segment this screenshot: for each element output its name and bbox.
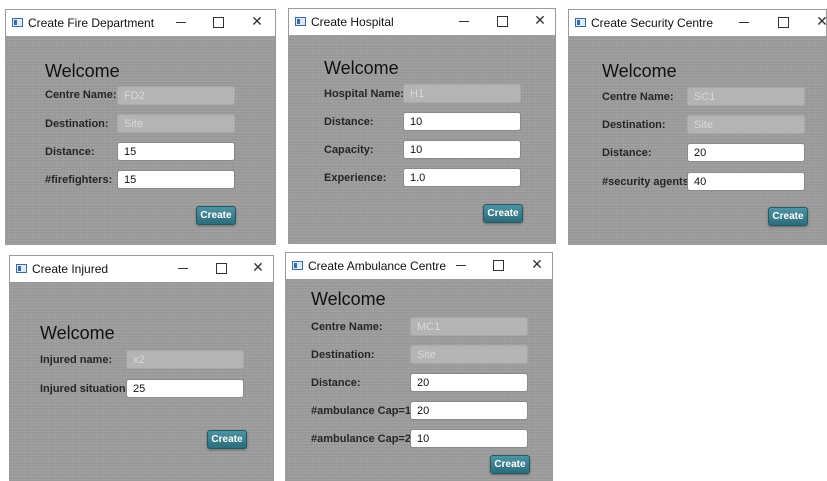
form-panel: Welcome Centre Name: Destination: Distan… xyxy=(569,36,826,244)
title-bar[interactable]: Create Ambulance Centre ✕ xyxy=(286,253,552,279)
welcome-heading: Welcome xyxy=(602,61,677,81)
maximize-icon[interactable] xyxy=(487,255,509,275)
distance-label: Distance: xyxy=(324,116,374,128)
destination-field[interactable] xyxy=(117,114,235,133)
maximize-icon[interactable] xyxy=(772,12,794,32)
create-button[interactable]: Create xyxy=(207,430,247,449)
capacity-field[interactable] xyxy=(403,140,521,159)
create-security-centre-window: Create Security Centre ✕ Welcome Centre … xyxy=(568,9,827,245)
ambulance-cap1-label: #ambulance Cap=1: xyxy=(311,405,415,417)
title-bar[interactable]: Create Injured ✕ xyxy=(10,256,273,282)
hospital-name-field[interactable] xyxy=(403,84,521,103)
experience-field[interactable] xyxy=(403,168,521,187)
app-icon xyxy=(575,18,586,27)
distance-label: Distance: xyxy=(602,147,652,159)
maximize-icon[interactable] xyxy=(207,12,229,32)
centre-name-field[interactable] xyxy=(117,86,235,105)
destination-label: Destination: xyxy=(602,119,666,131)
close-icon[interactable]: ✕ xyxy=(529,11,551,31)
form-panel: Welcome Centre Name: Destination: Distan… xyxy=(286,279,552,480)
window-title: Create Hospital xyxy=(311,15,394,29)
maximize-icon[interactable] xyxy=(210,258,232,278)
window-title: Create Ambulance Centre xyxy=(308,259,447,273)
injured-situation-label: Injured situation: xyxy=(40,383,130,395)
create-button[interactable]: Create xyxy=(196,206,236,225)
distance-label: Distance: xyxy=(311,377,361,389)
centre-name-label: Centre Name: xyxy=(45,89,117,101)
destination-label: Destination: xyxy=(311,349,375,361)
form-panel: Welcome Injured name: Injured situation:… xyxy=(10,282,273,480)
security-agents-field[interactable] xyxy=(687,172,805,191)
window-title: Create Fire Department xyxy=(28,16,155,30)
close-icon[interactable]: ✕ xyxy=(246,12,268,32)
window-title: Create Security Centre xyxy=(591,16,714,30)
app-icon xyxy=(295,17,306,26)
security-agents-label: #security agents: xyxy=(602,176,693,188)
create-button[interactable]: Create xyxy=(490,455,530,474)
title-bar[interactable]: Create Security Centre ✕ xyxy=(569,10,827,36)
centre-name-field[interactable] xyxy=(687,87,805,106)
minimize-icon[interactable] xyxy=(450,255,472,275)
destination-label: Destination: xyxy=(45,118,109,130)
destination-field[interactable] xyxy=(410,345,528,364)
create-ambulance-centre-window: Create Ambulance Centre ✕ Welcome Centre… xyxy=(285,252,553,481)
injured-name-label: Injured name: xyxy=(40,354,113,366)
injured-situation-field[interactable] xyxy=(126,379,244,398)
title-bar[interactable]: Create Hospital ✕ xyxy=(289,9,555,35)
window-title: Create Injured xyxy=(32,262,109,276)
welcome-heading: Welcome xyxy=(311,289,386,309)
centre-name-field[interactable] xyxy=(410,317,528,336)
centre-name-label: Centre Name: xyxy=(311,321,383,333)
capacity-label: Capacity: xyxy=(324,144,374,156)
ambulance-cap1-field[interactable] xyxy=(410,401,528,420)
title-bar[interactable]: Create Fire Department ✕ xyxy=(6,10,275,36)
minimize-icon[interactable] xyxy=(172,258,194,278)
close-icon[interactable]: ✕ xyxy=(247,258,269,278)
firefighters-field[interactable] xyxy=(117,170,235,189)
centre-name-label: Centre Name: xyxy=(602,91,674,103)
distance-field[interactable] xyxy=(117,142,235,161)
create-button[interactable]: Create xyxy=(768,207,808,226)
destination-field[interactable] xyxy=(687,115,805,134)
form-panel: Welcome Hospital Name: Distance: Capacit… xyxy=(289,35,555,243)
hospital-name-label: Hospital Name: xyxy=(324,88,405,100)
maximize-icon[interactable] xyxy=(491,11,513,31)
injured-name-field[interactable] xyxy=(126,350,244,369)
app-icon xyxy=(12,18,23,27)
distance-field[interactable] xyxy=(410,373,528,392)
close-icon[interactable]: ✕ xyxy=(811,12,827,32)
distance-field[interactable] xyxy=(687,143,805,162)
distance-field[interactable] xyxy=(403,112,521,131)
app-icon xyxy=(16,264,27,273)
create-fire-department-window: Create Fire Department ✕ Welcome Centre … xyxy=(5,9,276,245)
minimize-icon[interactable] xyxy=(170,12,192,32)
ambulance-cap2-label: #ambulance Cap=2: xyxy=(311,433,415,445)
form-panel: Welcome Centre Name: Destination: Distan… xyxy=(6,36,275,244)
welcome-heading: Welcome xyxy=(324,58,399,78)
app-icon xyxy=(292,261,303,270)
distance-label: Distance: xyxy=(45,146,95,158)
create-hospital-window: Create Hospital ✕ Welcome Hospital Name:… xyxy=(288,8,556,244)
minimize-icon[interactable] xyxy=(453,11,475,31)
close-icon[interactable]: ✕ xyxy=(526,255,548,275)
create-injured-window: Create Injured ✕ Welcome Injured name: I… xyxy=(9,255,274,481)
welcome-heading: Welcome xyxy=(45,61,120,81)
minimize-icon[interactable] xyxy=(733,12,755,32)
firefighters-label: #firefighters: xyxy=(45,174,113,186)
experience-label: Experience: xyxy=(324,172,387,184)
ambulance-cap2-field[interactable] xyxy=(410,429,528,448)
welcome-heading: Welcome xyxy=(40,323,115,343)
create-button[interactable]: Create xyxy=(483,204,523,223)
